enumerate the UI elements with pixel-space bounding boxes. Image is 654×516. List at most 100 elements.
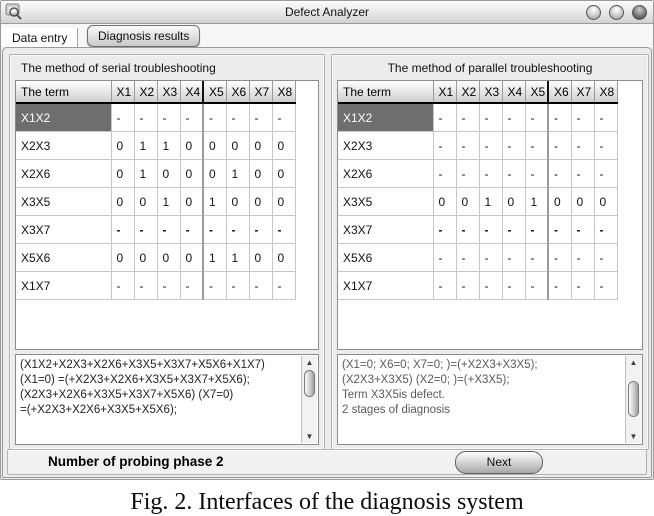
table-row[interactable]: X2X3- - - - - - - - bbox=[338, 131, 618, 160]
value-cell: 0 bbox=[157, 159, 181, 188]
column-header[interactable]: X1 bbox=[111, 81, 135, 104]
figure-caption: Fig. 2. Interfaces of the diagnosis syst… bbox=[130, 489, 524, 515]
table-row[interactable]: X2X6- - - - - - - - bbox=[338, 159, 618, 188]
value-cell: - bbox=[433, 131, 457, 160]
table-row[interactable]: X2X6 0 1 0 0 0 1 0 0 bbox=[16, 159, 296, 188]
value-cell: - bbox=[272, 215, 296, 244]
parallel-results-table[interactable]: The term X1 X2 X3 X4 X5 X6 X7 X8 X1X2- - - - - - - - X2X… bbox=[337, 80, 643, 350]
value-cell: 0 bbox=[249, 131, 273, 160]
column-header[interactable]: X8 bbox=[272, 81, 296, 104]
value-cell: - bbox=[134, 215, 158, 244]
column-header[interactable]: X7 bbox=[571, 81, 595, 104]
maximize-button[interactable] bbox=[609, 5, 624, 20]
value-cell: - bbox=[479, 103, 503, 132]
column-header[interactable]: X5 bbox=[525, 81, 549, 104]
value-cell: 0 bbox=[111, 187, 135, 216]
minimize-button[interactable] bbox=[586, 5, 601, 20]
parallel-diagnosis-log[interactable]: (X1=0; X6=0; X7=0; )=(+X2X3+X3X5); (X2X3+… bbox=[337, 354, 643, 445]
value-cell: - bbox=[180, 103, 204, 132]
tab-diagnosis-results[interactable]: Diagnosis results bbox=[87, 25, 201, 47]
value-cell: 0 bbox=[202, 159, 227, 188]
value-cell: - bbox=[249, 215, 273, 244]
column-header[interactable]: X6 bbox=[547, 81, 572, 104]
serial-results-table[interactable]: The term X1 X2 X3 X4 X5 X6 X7 X8 X1X2- - - - - - - - X2X… bbox=[15, 80, 319, 350]
tab-page-diagnosis-results: The method of serial troubleshooting The… bbox=[2, 47, 652, 478]
scroll-up-icon[interactable]: ▲ bbox=[627, 356, 640, 369]
window-title: Defect Analyzer bbox=[284, 5, 370, 19]
value-cell: - bbox=[502, 159, 526, 188]
column-header[interactable]: X4 bbox=[180, 81, 204, 104]
value-cell: - bbox=[571, 215, 595, 244]
column-header[interactable]: X3 bbox=[157, 81, 181, 104]
serial-diagnosis-log[interactable]: (X1X2+X2X3+X2X6+X3X5+X3X7+X5X6+X1X7) (X1=… bbox=[15, 354, 319, 445]
title-bar: Defect Analyzer bbox=[1, 1, 653, 24]
value-cell: 0 bbox=[433, 187, 457, 216]
panel-title: The method of parallel troubleshooting bbox=[387, 61, 593, 75]
table-row[interactable]: X2X3 0 1 1 0 0 0 0 0 bbox=[16, 131, 296, 160]
table-row[interactable]: X3X7- - - - - - - - bbox=[338, 215, 618, 244]
close-button[interactable] bbox=[632, 5, 647, 20]
column-header[interactable]: X4 bbox=[502, 81, 526, 104]
value-cell: - bbox=[594, 131, 618, 160]
column-header[interactable]: X7 bbox=[249, 81, 273, 104]
log-line: (X2X3+X2X6+X3X5+X3X7+X5X6) (X7=0) bbox=[20, 389, 234, 401]
column-header[interactable]: X3 bbox=[479, 81, 503, 104]
column-header[interactable]: X5 bbox=[202, 81, 227, 104]
value-cell: - bbox=[433, 243, 457, 272]
log-line: =(+X2X3+X2X6+X3X5+X5X6); bbox=[20, 404, 177, 416]
value-cell: - bbox=[571, 103, 595, 132]
value-cell: - bbox=[134, 103, 158, 132]
scroll-down-icon[interactable]: ▼ bbox=[627, 430, 640, 443]
scrollbar-thumb[interactable] bbox=[628, 381, 639, 417]
tab-data-entry[interactable]: Data entry bbox=[2, 28, 79, 47]
table-header-row: The term X1 X2 X3 X4 X5 X6 X7 X8 bbox=[338, 81, 618, 104]
log-text: (X1=0; X6=0; X7=0; )=(+X2X3+X3X5); (X2X3+… bbox=[342, 358, 622, 442]
value-cell: - bbox=[111, 215, 135, 244]
value-cell: - bbox=[547, 215, 572, 244]
column-header[interactable]: X2 bbox=[134, 81, 158, 104]
value-cell: - bbox=[525, 103, 549, 132]
value-cell: - bbox=[456, 215, 480, 244]
parallel-troubleshooting-panel: The method of parallel troubleshooting T… bbox=[331, 54, 649, 450]
column-header-term[interactable]: The term bbox=[16, 81, 112, 104]
value-cell: 0 bbox=[594, 187, 618, 216]
vertical-scrollbar[interactable]: ▲ ▼ bbox=[625, 356, 641, 443]
table-row[interactable]: X5X6 0 0 0 0 1 1 0 0 bbox=[16, 243, 296, 272]
table-row[interactable]: X1X7- - - - - - - - bbox=[16, 271, 296, 300]
value-cell: 0 bbox=[180, 243, 204, 272]
tab-bar: Data entry Diagnosis results bbox=[1, 24, 653, 47]
value-cell: - bbox=[502, 271, 526, 300]
value-cell: 0 bbox=[249, 187, 273, 216]
column-header[interactable]: X8 bbox=[594, 81, 618, 104]
table-row[interactable]: X3X5 0 0 1 0 1 0 0 0 bbox=[338, 187, 618, 216]
value-cell: - bbox=[502, 131, 526, 160]
value-cell: 0 bbox=[571, 187, 595, 216]
vertical-scrollbar[interactable]: ▲ ▼ bbox=[301, 356, 317, 443]
table-row[interactable]: X1X2- - - - - - - - bbox=[16, 103, 296, 132]
term-cell: X2X3 bbox=[338, 131, 434, 160]
term-cell: X1X2 bbox=[338, 103, 434, 132]
app-window: Defect Analyzer Data entry Diagnosis res… bbox=[0, 0, 654, 480]
table-row[interactable]: X3X5 0 0 1 0 1 0 0 0 bbox=[16, 187, 296, 216]
column-header[interactable]: X2 bbox=[456, 81, 480, 104]
scroll-up-icon[interactable]: ▲ bbox=[303, 356, 316, 369]
table-row[interactable]: X1X7- - - - - - - - bbox=[338, 271, 618, 300]
table-row[interactable]: X5X6- - - - - - - - bbox=[338, 243, 618, 272]
next-button[interactable]: Next bbox=[455, 451, 543, 474]
value-cell: 0 bbox=[272, 131, 296, 160]
column-header[interactable]: X6 bbox=[226, 81, 250, 104]
value-cell: 1 bbox=[479, 187, 503, 216]
term-cell: X3X7 bbox=[338, 215, 434, 244]
scroll-down-icon[interactable]: ▼ bbox=[303, 430, 316, 443]
value-cell: 1 bbox=[525, 187, 549, 216]
value-cell: - bbox=[433, 271, 457, 300]
value-cell: - bbox=[525, 215, 549, 244]
table-row[interactable]: X1X2- - - - - - - - bbox=[338, 103, 618, 132]
column-header-term[interactable]: The term bbox=[338, 81, 434, 104]
value-cell: - bbox=[456, 103, 480, 132]
scrollbar-thumb[interactable] bbox=[304, 370, 315, 397]
table-row[interactable]: X3X7- - - - - - - - bbox=[16, 215, 296, 244]
value-cell: - bbox=[594, 159, 618, 188]
value-cell: - bbox=[571, 271, 595, 300]
column-header[interactable]: X1 bbox=[433, 81, 457, 104]
